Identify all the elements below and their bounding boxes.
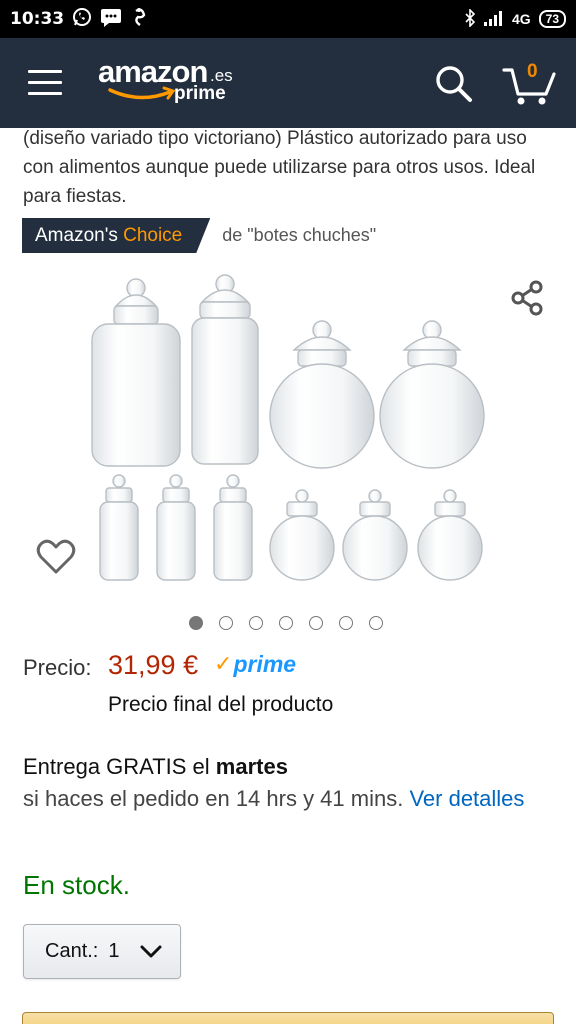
amazons-choice-row: Amazon's Choice de "botes chuches" [22,218,376,253]
status-indicators: 4G 73 [464,7,566,30]
carousel-dot[interactable] [219,616,233,630]
stock-status: En stock. [23,870,130,900]
prime-badge: ✓ prime [214,650,296,678]
share-icon[interactable] [510,280,546,316]
cart-count: 0 [527,61,538,82]
prime-label: prime [233,650,297,677]
delivery-info: Entrega GRATIS el martes si haces el ped… [23,751,553,815]
app-header: amazon .es prime 0 [0,38,576,128]
whatsapp-icon [72,7,92,32]
signal-icon [483,10,504,29]
delivery-prefix: Entrega GRATIS el [23,754,210,779]
delivery-detail: si haces el pedido en 14 hrs y 41 mins. [23,786,404,811]
amazon-prime-logo[interactable]: amazon .es prime [96,54,246,114]
smile-arrow-icon [108,86,176,100]
carousel-dot[interactable] [249,616,263,630]
quantity-value: 1 [108,940,120,962]
product-image[interactable] [80,268,500,588]
candy-jars-image [91,274,485,581]
price-label: Precio: [23,655,92,680]
bluetooth-icon [464,7,476,30]
price-value: 31,99 € [108,650,199,680]
logo-prime: prime [174,83,226,104]
product-description: (diseño variado tipo victoriano) Plástic… [23,128,536,207]
add-to-cart-button[interactable] [22,1012,554,1024]
badge-choice: Choice [123,225,183,246]
delivery-line: Entrega GRATIS el martes [23,751,553,783]
clock: 10:33 [10,9,65,29]
amazons-choice-badge[interactable]: Amazon's Choice [22,218,210,253]
carousel-dot[interactable] [309,616,323,630]
carousel-dot[interactable] [369,616,383,630]
quantity-dropdown[interactable]: Cant.: 1 [23,924,181,979]
delivery-day: martes [215,754,288,779]
status-bar: 10:33 4G 73 [0,0,576,38]
carousel-dot[interactable] [279,616,293,630]
price-note: Precio final del producto [108,693,334,716]
prime-check-icon: ✓ [214,651,233,676]
quantity-label: Cant.: [45,940,99,962]
notification-icon [130,7,150,32]
chevron-down-icon [140,943,162,966]
delivery-details-link[interactable]: Ver detalles [409,786,524,811]
badge-prefix: Amazon's [35,225,118,246]
search-icon[interactable] [434,64,474,104]
network-type: 4G [511,11,531,27]
carousel-dot[interactable] [339,616,353,630]
battery-icon: 73 [538,10,566,28]
message-icon [100,7,122,32]
badge-context: de "botes chuches" [222,225,377,245]
wishlist-heart-icon[interactable] [36,538,76,576]
menu-icon[interactable] [28,70,62,96]
image-carousel-dots [189,616,383,630]
carousel-dot[interactable] [189,616,203,630]
delivery-detail-line: si haces el pedido en 14 hrs y 41 mins. … [23,783,553,815]
cart-button[interactable]: 0 [502,60,558,106]
